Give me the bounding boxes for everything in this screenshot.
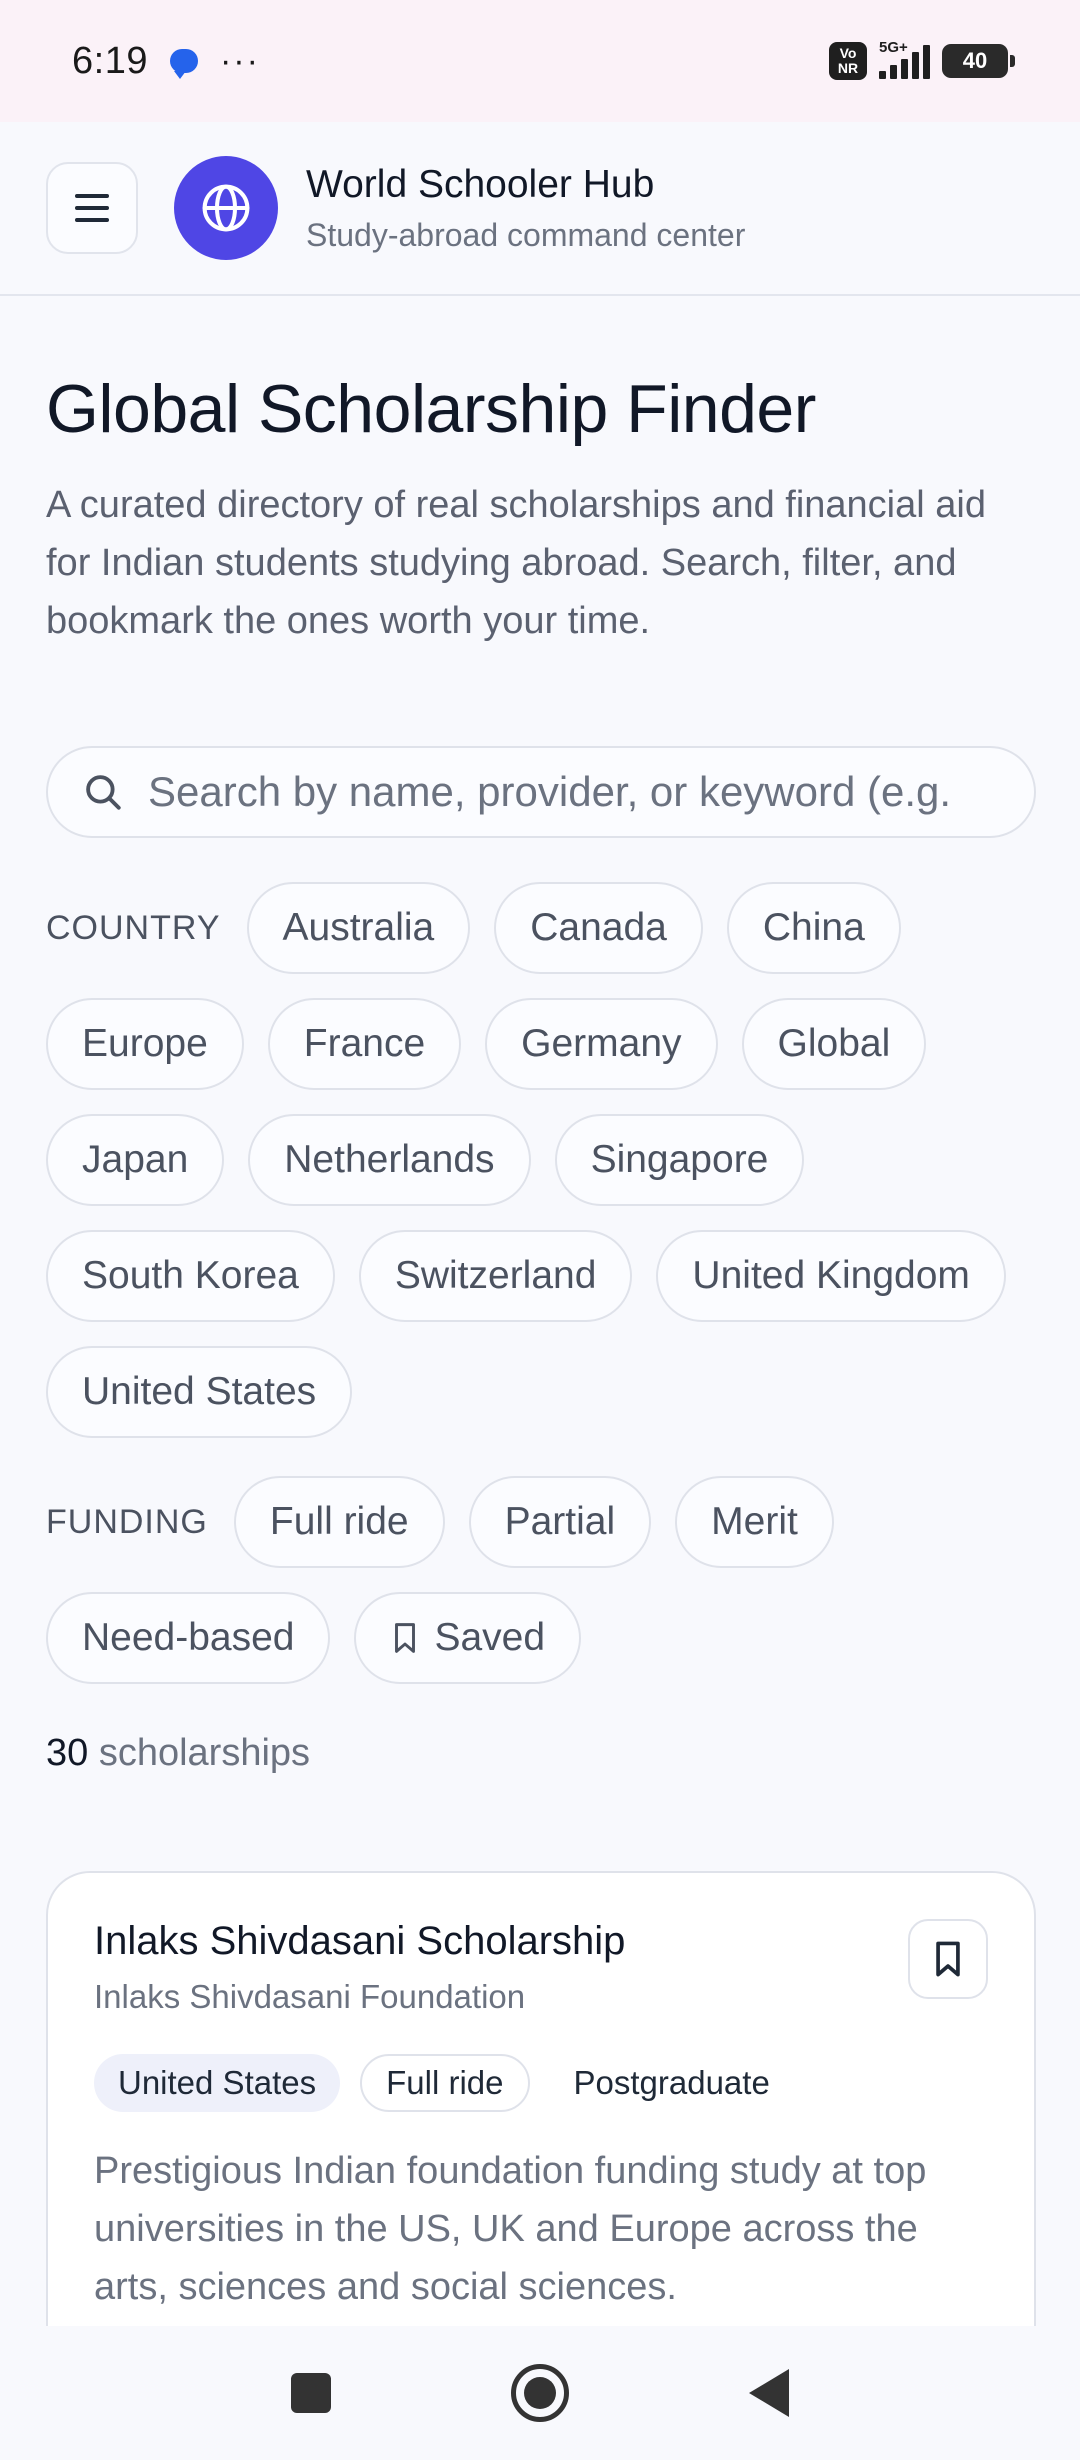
- card-tags: United States Full ride Postgraduate: [94, 2054, 988, 2112]
- home-button[interactable]: [511, 2364, 569, 2422]
- chip-country-united-states[interactable]: United States: [46, 1346, 353, 1438]
- scholarship-card[interactable]: Inlaks Shivdasani Scholarship Inlaks Shi…: [46, 1871, 1036, 2391]
- results-count-label: scholarships: [88, 1732, 311, 1774]
- back-button[interactable]: [749, 2369, 789, 2417]
- chip-country-japan[interactable]: Japan: [46, 1114, 225, 1206]
- app-header: World Schooler Hub Study-abroad command …: [0, 122, 1080, 296]
- signal-bar: [890, 65, 897, 79]
- status-time: 6:19: [72, 39, 148, 82]
- funding-filter-label: FUNDING: [46, 1502, 208, 1541]
- chip-funding-partial[interactable]: Partial: [468, 1476, 652, 1568]
- search-icon: [86, 775, 121, 810]
- bookmark-icon: [390, 1621, 420, 1655]
- chip-country-france[interactable]: France: [267, 998, 462, 1090]
- signal-bar: [923, 45, 930, 79]
- chip-funding-need-based[interactable]: Need-based: [46, 1592, 331, 1684]
- results-count-number: 30: [46, 1732, 89, 1774]
- chip-country-netherlands[interactable]: Netherlands: [248, 1114, 531, 1206]
- page-description: A curated directory of real scholarships…: [46, 484, 986, 642]
- country-filter-label: COUNTRY: [46, 908, 221, 947]
- saved-label: Saved: [434, 1616, 546, 1659]
- main-content: Global Scholarship Finder A curated dire…: [46, 296, 1036, 2391]
- volte-top-label: Vo: [839, 45, 857, 61]
- bookmark-button[interactable]: [908, 1919, 988, 1999]
- home-icon: [524, 2377, 556, 2409]
- bookmark-icon: [936, 1941, 960, 1977]
- hamburger-menu-icon: [75, 194, 109, 222]
- system-navigation-bar: [0, 2326, 1080, 2460]
- search-input[interactable]: [148, 768, 1028, 816]
- chip-country-europe[interactable]: Europe: [46, 998, 244, 1090]
- network-type-label: 5G+: [879, 39, 908, 56]
- card-description: Prestigious Indian foundation funding st…: [94, 2150, 927, 2308]
- status-bar: 6:19 ··· Vo NR 5G+ 40: [0, 0, 1080, 122]
- chip-saved[interactable]: Saved: [354, 1592, 582, 1684]
- battery-level: 40: [962, 48, 988, 73]
- chip-country-canada[interactable]: Canada: [494, 882, 703, 974]
- chip-country-switzerland[interactable]: Switzerland: [358, 1230, 633, 1322]
- chip-funding-merit[interactable]: Merit: [675, 1476, 834, 1568]
- chip-country-australia[interactable]: Australia: [246, 882, 471, 974]
- chip-country-germany[interactable]: Germany: [485, 998, 718, 1090]
- funding-filters: FUNDING Full ride Partial Merit Need-bas…: [46, 1476, 1046, 1684]
- recents-button[interactable]: [291, 2373, 331, 2413]
- tag-country: United States: [94, 2054, 341, 2112]
- battery-icon: 40: [942, 44, 1015, 78]
- results-count: 30 scholarships: [46, 1732, 1034, 1775]
- signal-bar: [912, 52, 919, 79]
- card-provider: Inlaks Shivdasani Foundation: [94, 1978, 526, 2015]
- chip-country-united-kingdom[interactable]: United Kingdom: [656, 1230, 1006, 1322]
- card-title: Inlaks Shivdasani Scholarship: [94, 1919, 626, 1963]
- signal-bar: [879, 71, 886, 79]
- brand-title: World Schooler Hub: [306, 162, 655, 206]
- country-filters: COUNTRY Australia Canada China Europe Fr…: [46, 882, 1046, 1438]
- globe-icon: [202, 184, 250, 232]
- volte-bottom-label: NR: [837, 60, 859, 76]
- signal-icon: 5G+: [879, 39, 930, 79]
- page-title: Global Scholarship Finder: [46, 371, 816, 447]
- brand-subtitle: Study-abroad command center: [306, 216, 746, 253]
- search-box[interactable]: [46, 746, 1036, 838]
- chip-country-china[interactable]: China: [726, 882, 901, 974]
- chip-funding-full-ride[interactable]: Full ride: [233, 1476, 445, 1568]
- volte-icon: Vo NR: [829, 42, 867, 80]
- message-notification-icon: [169, 49, 198, 79]
- brand: World Schooler Hub Study-abroad command …: [306, 163, 745, 254]
- signal-bar: [901, 59, 908, 79]
- tag-funding: Full ride: [360, 2054, 530, 2112]
- chip-country-global[interactable]: Global: [741, 998, 927, 1090]
- chip-country-south-korea[interactable]: South Korea: [46, 1230, 335, 1322]
- brand-logo[interactable]: [174, 156, 278, 260]
- chip-country-singapore[interactable]: Singapore: [554, 1114, 805, 1206]
- menu-button[interactable]: [46, 162, 138, 254]
- more-notifications-icon: ···: [219, 41, 260, 80]
- tag-level: Postgraduate: [573, 2064, 770, 2101]
